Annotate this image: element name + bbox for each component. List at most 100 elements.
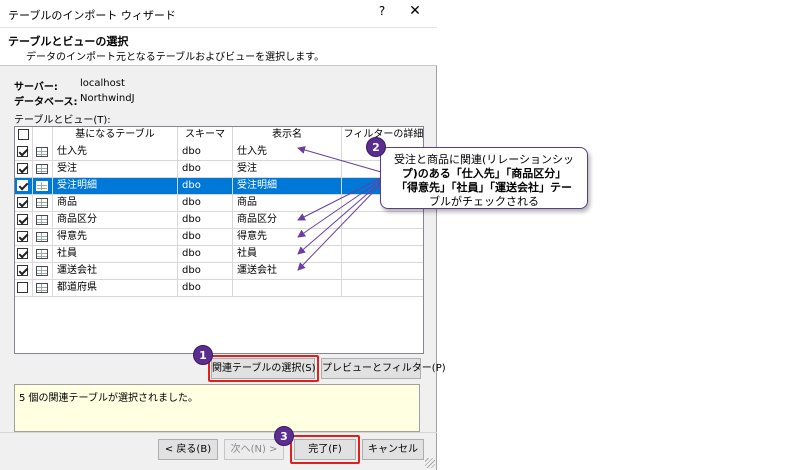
- cell-base-table: 商品: [53, 195, 178, 212]
- empty-grid-row: [15, 314, 423, 331]
- server-value: localhost: [80, 78, 125, 89]
- table-row[interactable]: 社員 dbo 社員: [15, 246, 423, 263]
- preview-filter-button[interactable]: プレビューとフィルター(P): [321, 358, 446, 379]
- tables-grid[interactable]: 基になるテーブル スキーマ 表示名 フィルターの詳細 仕入先 dbo 仕入先 受注 db…: [14, 126, 424, 354]
- select-all-checkbox[interactable]: [18, 129, 29, 140]
- table-icon-cell: [33, 144, 53, 161]
- explanation-callout: 受注と商品に関連(リレーションシッ プ)のある「仕入先」「商品区分」 「得意先」…: [380, 147, 588, 209]
- empty-grid-row: [15, 297, 423, 314]
- table-row[interactable]: 商品区分 dbo 商品区分: [15, 212, 423, 229]
- close-button[interactable]: ✕: [405, 3, 425, 23]
- footer-divider: [0, 432, 437, 433]
- cell-schema: dbo: [178, 229, 233, 246]
- database-value: NorthwindJ: [80, 93, 135, 104]
- row-checkbox[interactable]: [17, 282, 28, 293]
- row-checkbox[interactable]: [17, 265, 28, 276]
- import-wizard-dialog: テーブルのインポート ウィザード ? ✕ テーブルとビューの選択 データのインポ…: [0, 0, 446, 470]
- row-checkbox[interactable]: [17, 197, 28, 208]
- table-row[interactable]: 仕入先 dbo 仕入先: [15, 144, 423, 161]
- table-row[interactable]: 受注 dbo 受注: [15, 161, 423, 178]
- column-header-display-name[interactable]: 表示名: [233, 127, 342, 144]
- cell-filter-details[interactable]: [342, 263, 423, 280]
- resize-grip[interactable]: [425, 458, 435, 468]
- cell-display-name[interactable]: 運送会社: [233, 263, 342, 280]
- row-checkbox[interactable]: [17, 248, 28, 259]
- cell-filter-details[interactable]: [342, 280, 423, 297]
- cell-schema: dbo: [178, 246, 233, 263]
- table-icon-cell: [33, 212, 53, 229]
- row-checkbox-cell[interactable]: [15, 195, 33, 212]
- cell-base-table: 受注: [53, 161, 178, 178]
- status-message: 5 個の関連テーブルが選択されました。: [19, 393, 198, 404]
- table-icon: [36, 147, 48, 157]
- cell-base-table: 社員: [53, 246, 178, 263]
- page-subtitle: データのインポート元となるテーブルおよびビューを選択します。: [26, 52, 325, 63]
- row-checkbox[interactable]: [17, 146, 28, 157]
- row-checkbox-cell[interactable]: [15, 280, 33, 297]
- row-checkbox-cell[interactable]: [15, 161, 33, 178]
- cell-display-name[interactable]: [233, 280, 342, 297]
- cell-base-table: 得意先: [53, 229, 178, 246]
- row-checkbox[interactable]: [17, 214, 28, 225]
- page-title: テーブルとビューの選択: [8, 35, 129, 48]
- cell-schema: dbo: [178, 263, 233, 280]
- cell-filter-details[interactable]: [342, 246, 423, 263]
- highlight-select-related: [208, 355, 319, 382]
- grid-header-row: 基になるテーブル スキーマ 表示名 フィルターの詳細: [15, 127, 423, 144]
- column-header-schema[interactable]: スキーマ: [178, 127, 233, 144]
- step-badge-1: 1: [193, 345, 213, 365]
- cell-schema: dbo: [178, 178, 233, 195]
- column-header-base-table[interactable]: 基になるテーブル: [53, 127, 178, 144]
- tables-views-label: テーブルとビュー(T):: [14, 115, 111, 126]
- row-checkbox-cell[interactable]: [15, 212, 33, 229]
- next-button[interactable]: 次へ(N) >: [224, 439, 284, 460]
- cell-display-name[interactable]: 得意先: [233, 229, 342, 246]
- callout-line-4: ブルがチェックされる: [429, 195, 539, 208]
- callout-line-1: 受注と商品に関連(リレーションシッ: [393, 153, 575, 166]
- cell-base-table: 仕入先: [53, 144, 178, 161]
- help-button[interactable]: ?: [372, 4, 392, 22]
- cell-base-table: 運送会社: [53, 263, 178, 280]
- row-checkbox-cell[interactable]: [15, 178, 33, 195]
- row-checkbox-cell[interactable]: [15, 263, 33, 280]
- cancel-button[interactable]: キャンセル: [362, 439, 424, 460]
- cell-display-name[interactable]: 仕入先: [233, 144, 342, 161]
- cell-schema: dbo: [178, 280, 233, 297]
- cell-display-name[interactable]: 商品区分: [233, 212, 342, 229]
- step-badge-2: 2: [366, 137, 386, 157]
- row-checkbox[interactable]: [17, 163, 28, 174]
- row-checkbox[interactable]: [17, 231, 28, 242]
- select-all-cell[interactable]: [15, 127, 33, 144]
- table-icon-cell: [33, 229, 53, 246]
- table-row[interactable]: 商品 dbo 商品: [15, 195, 423, 212]
- cell-display-name[interactable]: 商品: [233, 195, 342, 212]
- table-icon: [36, 249, 48, 259]
- table-icon-cell: [33, 246, 53, 263]
- header-icon-cell: [33, 127, 53, 144]
- cell-display-name[interactable]: 受注: [233, 161, 342, 178]
- row-checkbox-cell[interactable]: [15, 246, 33, 263]
- table-icon: [36, 198, 48, 208]
- title-bar: テーブルのインポート ウィザード ? ✕: [0, 0, 437, 28]
- table-row[interactable]: 得意先 dbo 得意先: [15, 229, 423, 246]
- table-row[interactable]: 受注明細 dbo 受注明細: [15, 178, 423, 195]
- table-icon: [36, 283, 48, 293]
- row-checkbox-cell[interactable]: [15, 229, 33, 246]
- cell-display-name[interactable]: 社員: [233, 246, 342, 263]
- database-label: データベース:: [14, 97, 78, 108]
- cell-display-name[interactable]: 受注明細: [233, 178, 342, 195]
- table-icon-cell: [33, 263, 53, 280]
- cell-filter-details[interactable]: [342, 229, 423, 246]
- table-icon-cell: [33, 195, 53, 212]
- back-button[interactable]: < 戻る(B): [158, 439, 218, 460]
- table-icon: [36, 164, 48, 174]
- server-label: サーバー:: [14, 82, 58, 93]
- table-row[interactable]: 都道府県 dbo: [15, 280, 423, 297]
- callout-line-2: プ)のある「仕入先」「商品区分」: [401, 167, 567, 180]
- cell-filter-details[interactable]: [342, 212, 423, 229]
- table-row[interactable]: 運送会社 dbo 運送会社: [15, 263, 423, 280]
- row-checkbox[interactable]: [17, 180, 28, 191]
- table-icon: [36, 181, 48, 191]
- window-title: テーブルのインポート ウィザード: [8, 9, 176, 22]
- row-checkbox-cell[interactable]: [15, 144, 33, 161]
